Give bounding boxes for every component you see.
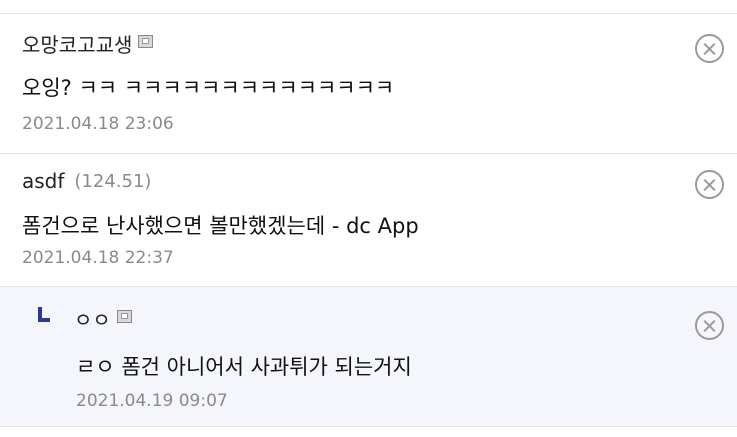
comment-date: 2021.04.18 23:06 [22, 114, 174, 134]
comment-text: 오잉? ㅋㅋ ㅋㅋㅋㅋㅋㅋㅋㅋㅋㅋㅋㅋㅋㅋ [22, 76, 395, 100]
comment-nickname[interactable]: 오망코고교생 [22, 29, 132, 58]
gallog-icon[interactable] [138, 34, 154, 48]
comment-date: 2021.04.18 22:37 [22, 248, 174, 268]
comment-ip: (124.51) [74, 170, 152, 192]
comment-item: 오망코고교생 오잉? ㅋㅋ ㅋㅋㅋㅋㅋㅋㅋㅋㅋㅋㅋㅋㅋㅋ 2021.04.18 … [0, 14, 737, 154]
delete-comment-icon[interactable] [695, 311, 724, 340]
comment-item: asdf (124.51) 폼건으로 난사했으면 볼만했겠는데 - dc App… [0, 154, 737, 287]
comment-nickname[interactable]: ㅇㅇ [74, 304, 111, 333]
reply-arrow-icon [36, 307, 52, 325]
comment-author-row: ㅇㅇ [36, 303, 132, 333]
comment-text: ㄹㅇ 폼건 아니어서 사과튀가 되는거지 [76, 355, 412, 379]
delete-comment-icon[interactable] [695, 34, 724, 63]
comment-date: 2021.04.19 09:07 [76, 391, 228, 411]
comment-text: 폼건으로 난사했으면 볼만했겠는데 - dc App [22, 214, 419, 238]
delete-comment-icon[interactable] [695, 170, 724, 199]
comment-list: 오망코고교생 오잉? ㅋㅋ ㅋㅋㅋㅋㅋㅋㅋㅋㅋㅋㅋㅋㅋㅋ 2021.04.18 … [0, 0, 737, 437]
comment-author-row: 오망코고교생 [22, 28, 154, 58]
reply-comment-item: ㅇㅇ ㄹㅇ 폼건 아니어서 사과튀가 되는거지 2021.04.19 09:07 [0, 287, 737, 427]
comment-author-row: asdf (124.51) [22, 166, 151, 196]
gallog-icon[interactable] [116, 309, 132, 323]
comment-nickname[interactable]: asdf [22, 169, 64, 193]
